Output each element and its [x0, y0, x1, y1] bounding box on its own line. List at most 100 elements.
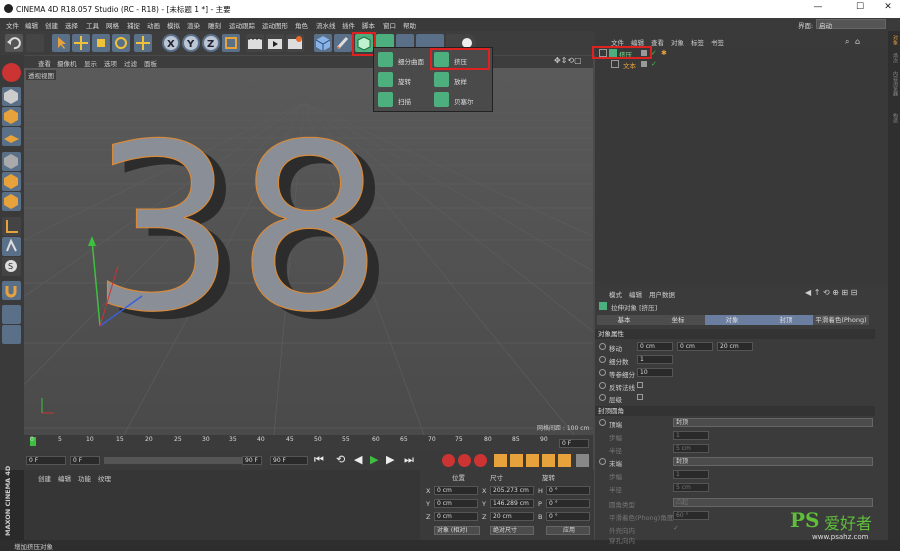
phong-angle-field[interactable]: 60 ° — [673, 511, 709, 520]
rot-key-icon[interactable] — [526, 454, 539, 467]
start-radio[interactable] — [599, 419, 606, 426]
obj-search-icon[interactable]: ⌕ — [845, 37, 849, 47]
menu-animate[interactable]: 动画 — [147, 20, 160, 30]
render-settings-icon[interactable] — [286, 34, 304, 52]
end-cap-dropdown[interactable]: 封顶 — [673, 457, 873, 466]
prev-frame-icon[interactable]: ◀ — [354, 453, 362, 466]
object-name-text[interactable]: 文本 — [623, 60, 636, 70]
layout-dropdown[interactable]: 启动 — [816, 19, 886, 30]
menu-select[interactable]: 选择 — [65, 20, 78, 30]
redo-icon[interactable] — [26, 34, 44, 52]
obj-menu-tags[interactable]: 标签 — [691, 37, 704, 47]
record-icon[interactable] — [442, 454, 455, 467]
workplane-icon[interactable] — [2, 127, 21, 146]
tab-content-browser-vertical[interactable]: 内容浏览器 — [889, 71, 899, 96]
obj-menu-bookmarks[interactable]: 书签 — [711, 37, 724, 47]
extrude-tag-icon[interactable]: ✱ — [661, 49, 667, 57]
object-row-text[interactable]: 文本 — [605, 60, 655, 70]
frame-range-slider[interactable] — [104, 457, 254, 464]
coord-mode-dropdown[interactable]: 对象 (相对) — [434, 526, 480, 535]
render-picture-icon[interactable] — [266, 34, 284, 52]
current-frame-field[interactable]: 0 F — [70, 456, 100, 465]
model-mode-icon[interactable] — [2, 87, 21, 106]
tab-object[interactable]: 对象 — [705, 315, 759, 325]
move-icon[interactable] — [72, 34, 90, 52]
menu-simulate[interactable]: 模拟 — [167, 20, 180, 30]
minimize-button[interactable]: — — [808, 2, 828, 16]
hierarchical-radio[interactable] — [599, 394, 606, 401]
menu-motion-tracking[interactable]: 运动跟踪 — [229, 20, 255, 30]
y-axis-icon[interactable]: Y — [182, 34, 200, 52]
attr-menu-userdata[interactable]: 用户数据 — [649, 289, 675, 299]
scale-icon[interactable] — [92, 34, 110, 52]
hull-inwards-check-icon[interactable]: ✓ — [673, 524, 679, 532]
text-visibility-icon[interactable] — [641, 61, 647, 67]
hierarchical-checkbox[interactable] — [637, 394, 643, 400]
apply-button[interactable]: 应用 — [546, 526, 590, 535]
tab-structure-vertical[interactable]: 构造 — [889, 113, 899, 123]
rotate-icon[interactable] — [112, 34, 130, 52]
menu-create[interactable]: 创建 — [45, 20, 58, 30]
goto-start-icon[interactable]: ⏮ — [314, 453, 324, 467]
obj-home-icon[interactable]: ⌂ — [855, 37, 860, 46]
attr-menu-mode[interactable]: 模式 — [609, 289, 622, 299]
tab-coord[interactable]: 坐标 — [651, 315, 705, 325]
menu-window[interactable]: 窗口 — [383, 20, 396, 30]
menu-character[interactable]: 角色 — [295, 20, 308, 30]
tab-takes-vertical[interactable]: 场次 — [889, 53, 899, 63]
magnet-icon[interactable] — [2, 281, 21, 300]
menu-help[interactable]: 帮助 — [403, 20, 416, 30]
move-y-field[interactable]: 0 cm — [677, 342, 713, 351]
size-y-field[interactable]: 146.289 cm — [490, 499, 534, 508]
vp-navigation-icons[interactable]: ✥⇕⟲▢ — [554, 56, 582, 65]
polygons-mode-icon[interactable] — [2, 192, 21, 211]
pen-spline-icon[interactable] — [334, 34, 352, 52]
edges-mode-icon[interactable] — [2, 172, 21, 191]
x-axis-icon[interactable]: X — [162, 34, 180, 52]
attr-menu-edit[interactable]: 编辑 — [629, 289, 642, 299]
next-frame-icon[interactable]: ▶ — [386, 453, 394, 466]
move-radio[interactable] — [599, 343, 606, 350]
maximize-button[interactable]: ☐ — [850, 2, 870, 16]
cube-icon[interactable] — [314, 34, 332, 52]
loft-item[interactable]: 放样 — [432, 70, 490, 90]
mat-menu-edit[interactable]: 编辑 — [58, 473, 71, 483]
lock-workplane-icon[interactable] — [2, 325, 21, 344]
vp-menu-options[interactable]: 选项 — [104, 58, 117, 68]
tab-caps[interactable]: 封顶 — [759, 315, 813, 325]
end-frame-field[interactable]: 90 F — [270, 456, 308, 465]
size-z-field[interactable]: 20 cm — [490, 512, 534, 521]
lathe-item[interactable]: 旋转 — [376, 70, 434, 90]
menu-file[interactable]: 文件 — [6, 20, 19, 30]
start-cap-dropdown[interactable]: 封顶 — [673, 418, 873, 427]
live-select-icon[interactable] — [134, 34, 152, 52]
mat-menu-create[interactable]: 创建 — [38, 473, 51, 483]
position-x-field[interactable]: 0 cm — [434, 486, 478, 495]
select-arrow-icon[interactable] — [52, 34, 70, 52]
timeline-ruler[interactable]: 0 5 10 15 20 25 30 35 40 45 50 55 60 65 … — [24, 435, 593, 451]
move-z-field[interactable]: 20 cm — [717, 342, 753, 351]
play-icon[interactable]: ▶ — [370, 453, 378, 466]
text-enabled-check-icon[interactable]: ✓ — [651, 60, 657, 68]
tab-objects-vertical[interactable]: 对象 — [889, 35, 899, 45]
viewport[interactable]: 38 38 透视视图 网格间距 : 100 cm — [24, 68, 593, 435]
goto-end-icon[interactable]: ⏭ — [404, 453, 414, 467]
make-editable-icon[interactable] — [2, 63, 21, 82]
menu-mesh[interactable]: 网格 — [106, 20, 119, 30]
scale-key-icon[interactable] — [510, 454, 523, 467]
subdivision-radio[interactable] — [599, 356, 606, 363]
rotation-p-field[interactable]: 0 ° — [546, 499, 590, 508]
world-coord-icon[interactable] — [222, 34, 240, 52]
obj-menu-objects[interactable]: 对象 — [671, 37, 684, 47]
vp-menu-view[interactable]: 查看 — [38, 58, 51, 68]
bezier-item[interactable]: 贝塞尔 — [432, 90, 490, 110]
rotation-h-field[interactable]: 0 ° — [546, 486, 590, 495]
menu-script[interactable]: 脚本 — [362, 20, 375, 30]
timeline-end-frame[interactable]: 0 F — [559, 439, 589, 448]
snap-icon[interactable]: S — [2, 257, 21, 276]
isoparm-field[interactable]: 10 — [637, 368, 673, 377]
menu-plugins[interactable]: 插件 — [342, 20, 355, 30]
keyframe-selection-icon[interactable] — [474, 454, 487, 467]
position-y-field[interactable]: 0 cm — [434, 499, 478, 508]
fillet-type-dropdown[interactable]: 凸起 — [673, 498, 873, 507]
